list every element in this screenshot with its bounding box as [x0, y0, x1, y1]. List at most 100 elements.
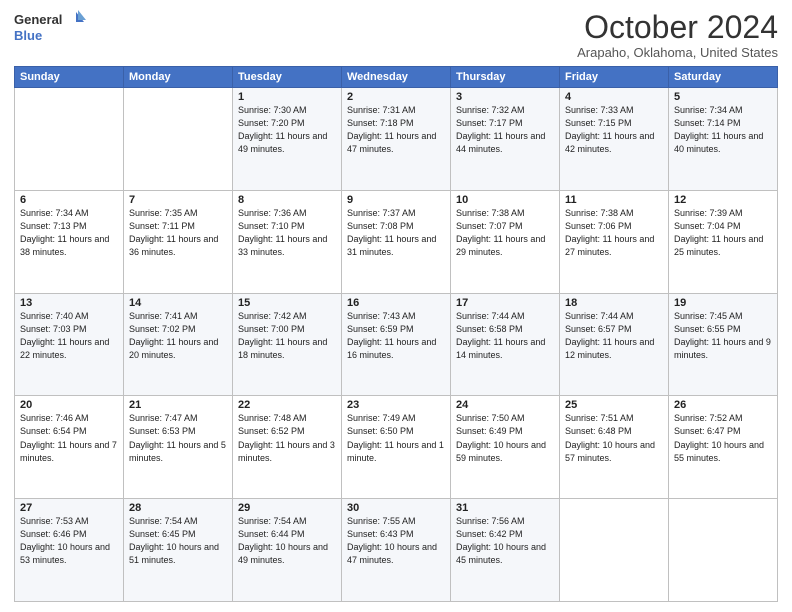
day-info: Sunrise: 7:31 AM Sunset: 7:18 PM Dayligh… [347, 104, 445, 156]
calendar-cell: 23Sunrise: 7:49 AM Sunset: 6:50 PM Dayli… [342, 396, 451, 499]
calendar-cell: 4Sunrise: 7:33 AM Sunset: 7:15 PM Daylig… [560, 88, 669, 191]
calendar-cell: 16Sunrise: 7:43 AM Sunset: 6:59 PM Dayli… [342, 293, 451, 396]
day-number: 31 [456, 502, 554, 514]
title-block: October 2024 Arapaho, Oklahoma, United S… [577, 10, 778, 60]
calendar-cell: 29Sunrise: 7:54 AM Sunset: 6:44 PM Dayli… [233, 499, 342, 602]
calendar-cell: 21Sunrise: 7:47 AM Sunset: 6:53 PM Dayli… [124, 396, 233, 499]
day-info: Sunrise: 7:53 AM Sunset: 6:46 PM Dayligh… [20, 515, 118, 567]
day-number: 5 [674, 91, 772, 103]
calendar-cell: 14Sunrise: 7:41 AM Sunset: 7:02 PM Dayli… [124, 293, 233, 396]
calendar-cell: 3Sunrise: 7:32 AM Sunset: 7:17 PM Daylig… [451, 88, 560, 191]
calendar-cell: 24Sunrise: 7:50 AM Sunset: 6:49 PM Dayli… [451, 396, 560, 499]
calendar-cell: 9Sunrise: 7:37 AM Sunset: 7:08 PM Daylig… [342, 190, 451, 293]
calendar-cell [124, 88, 233, 191]
calendar-cell: 17Sunrise: 7:44 AM Sunset: 6:58 PM Dayli… [451, 293, 560, 396]
calendar-cell: 30Sunrise: 7:55 AM Sunset: 6:43 PM Dayli… [342, 499, 451, 602]
logo: General Blue [14, 10, 86, 46]
day-info: Sunrise: 7:54 AM Sunset: 6:44 PM Dayligh… [238, 515, 336, 567]
day-info: Sunrise: 7:45 AM Sunset: 6:55 PM Dayligh… [674, 310, 772, 362]
day-number: 24 [456, 399, 554, 411]
day-number: 22 [238, 399, 336, 411]
calendar-cell: 10Sunrise: 7:38 AM Sunset: 7:07 PM Dayli… [451, 190, 560, 293]
day-info: Sunrise: 7:41 AM Sunset: 7:02 PM Dayligh… [129, 310, 227, 362]
day-info: Sunrise: 7:43 AM Sunset: 6:59 PM Dayligh… [347, 310, 445, 362]
calendar-cell: 6Sunrise: 7:34 AM Sunset: 7:13 PM Daylig… [15, 190, 124, 293]
day-info: Sunrise: 7:36 AM Sunset: 7:10 PM Dayligh… [238, 207, 336, 259]
month-title: October 2024 [577, 10, 778, 45]
header-row: SundayMondayTuesdayWednesdayThursdayFrid… [15, 67, 778, 88]
calendar-cell [560, 499, 669, 602]
day-number: 27 [20, 502, 118, 514]
calendar-page: General Blue October 2024 Arapaho, Oklah… [0, 0, 792, 612]
logo-svg: General Blue [14, 10, 86, 46]
weekday-header: Saturday [669, 67, 778, 88]
day-number: 25 [565, 399, 663, 411]
day-number: 23 [347, 399, 445, 411]
day-info: Sunrise: 7:35 AM Sunset: 7:11 PM Dayligh… [129, 207, 227, 259]
calendar-cell: 28Sunrise: 7:54 AM Sunset: 6:45 PM Dayli… [124, 499, 233, 602]
calendar-cell: 12Sunrise: 7:39 AM Sunset: 7:04 PM Dayli… [669, 190, 778, 293]
day-number: 6 [20, 194, 118, 206]
calendar-cell: 13Sunrise: 7:40 AM Sunset: 7:03 PM Dayli… [15, 293, 124, 396]
calendar-cell [669, 499, 778, 602]
day-info: Sunrise: 7:50 AM Sunset: 6:49 PM Dayligh… [456, 412, 554, 464]
day-info: Sunrise: 7:38 AM Sunset: 7:06 PM Dayligh… [565, 207, 663, 259]
calendar-cell: 18Sunrise: 7:44 AM Sunset: 6:57 PM Dayli… [560, 293, 669, 396]
calendar-cell: 7Sunrise: 7:35 AM Sunset: 7:11 PM Daylig… [124, 190, 233, 293]
calendar-week-row: 13Sunrise: 7:40 AM Sunset: 7:03 PM Dayli… [15, 293, 778, 396]
calendar-cell: 26Sunrise: 7:52 AM Sunset: 6:47 PM Dayli… [669, 396, 778, 499]
header: General Blue October 2024 Arapaho, Oklah… [14, 10, 778, 60]
weekday-header: Thursday [451, 67, 560, 88]
weekday-header: Monday [124, 67, 233, 88]
day-info: Sunrise: 7:46 AM Sunset: 6:54 PM Dayligh… [20, 412, 118, 464]
day-number: 3 [456, 91, 554, 103]
svg-text:General: General [14, 12, 62, 27]
day-info: Sunrise: 7:48 AM Sunset: 6:52 PM Dayligh… [238, 412, 336, 464]
day-number: 14 [129, 297, 227, 309]
calendar-cell: 20Sunrise: 7:46 AM Sunset: 6:54 PM Dayli… [15, 396, 124, 499]
calendar-cell: 11Sunrise: 7:38 AM Sunset: 7:06 PM Dayli… [560, 190, 669, 293]
location: Arapaho, Oklahoma, United States [577, 45, 778, 60]
calendar-cell: 19Sunrise: 7:45 AM Sunset: 6:55 PM Dayli… [669, 293, 778, 396]
calendar-cell: 2Sunrise: 7:31 AM Sunset: 7:18 PM Daylig… [342, 88, 451, 191]
day-info: Sunrise: 7:38 AM Sunset: 7:07 PM Dayligh… [456, 207, 554, 259]
day-number: 19 [674, 297, 772, 309]
day-number: 16 [347, 297, 445, 309]
day-number: 12 [674, 194, 772, 206]
calendar-week-row: 27Sunrise: 7:53 AM Sunset: 6:46 PM Dayli… [15, 499, 778, 602]
day-info: Sunrise: 7:55 AM Sunset: 6:43 PM Dayligh… [347, 515, 445, 567]
day-number: 20 [20, 399, 118, 411]
day-info: Sunrise: 7:47 AM Sunset: 6:53 PM Dayligh… [129, 412, 227, 464]
calendar-week-row: 20Sunrise: 7:46 AM Sunset: 6:54 PM Dayli… [15, 396, 778, 499]
day-number: 9 [347, 194, 445, 206]
day-info: Sunrise: 7:44 AM Sunset: 6:57 PM Dayligh… [565, 310, 663, 362]
day-info: Sunrise: 7:34 AM Sunset: 7:14 PM Dayligh… [674, 104, 772, 156]
day-info: Sunrise: 7:30 AM Sunset: 7:20 PM Dayligh… [238, 104, 336, 156]
weekday-header: Tuesday [233, 67, 342, 88]
day-info: Sunrise: 7:40 AM Sunset: 7:03 PM Dayligh… [20, 310, 118, 362]
day-number: 11 [565, 194, 663, 206]
day-number: 28 [129, 502, 227, 514]
day-number: 2 [347, 91, 445, 103]
day-number: 26 [674, 399, 772, 411]
day-number: 1 [238, 91, 336, 103]
calendar-table: SundayMondayTuesdayWednesdayThursdayFrid… [14, 66, 778, 602]
day-info: Sunrise: 7:54 AM Sunset: 6:45 PM Dayligh… [129, 515, 227, 567]
day-number: 29 [238, 502, 336, 514]
calendar-week-row: 6Sunrise: 7:34 AM Sunset: 7:13 PM Daylig… [15, 190, 778, 293]
day-number: 7 [129, 194, 227, 206]
weekday-header: Sunday [15, 67, 124, 88]
day-number: 4 [565, 91, 663, 103]
day-number: 30 [347, 502, 445, 514]
day-info: Sunrise: 7:33 AM Sunset: 7:15 PM Dayligh… [565, 104, 663, 156]
day-info: Sunrise: 7:37 AM Sunset: 7:08 PM Dayligh… [347, 207, 445, 259]
day-info: Sunrise: 7:52 AM Sunset: 6:47 PM Dayligh… [674, 412, 772, 464]
calendar-cell: 31Sunrise: 7:56 AM Sunset: 6:42 PM Dayli… [451, 499, 560, 602]
day-info: Sunrise: 7:56 AM Sunset: 6:42 PM Dayligh… [456, 515, 554, 567]
calendar-cell: 22Sunrise: 7:48 AM Sunset: 6:52 PM Dayli… [233, 396, 342, 499]
day-info: Sunrise: 7:44 AM Sunset: 6:58 PM Dayligh… [456, 310, 554, 362]
calendar-cell [15, 88, 124, 191]
day-info: Sunrise: 7:49 AM Sunset: 6:50 PM Dayligh… [347, 412, 445, 464]
day-number: 18 [565, 297, 663, 309]
calendar-cell: 27Sunrise: 7:53 AM Sunset: 6:46 PM Dayli… [15, 499, 124, 602]
